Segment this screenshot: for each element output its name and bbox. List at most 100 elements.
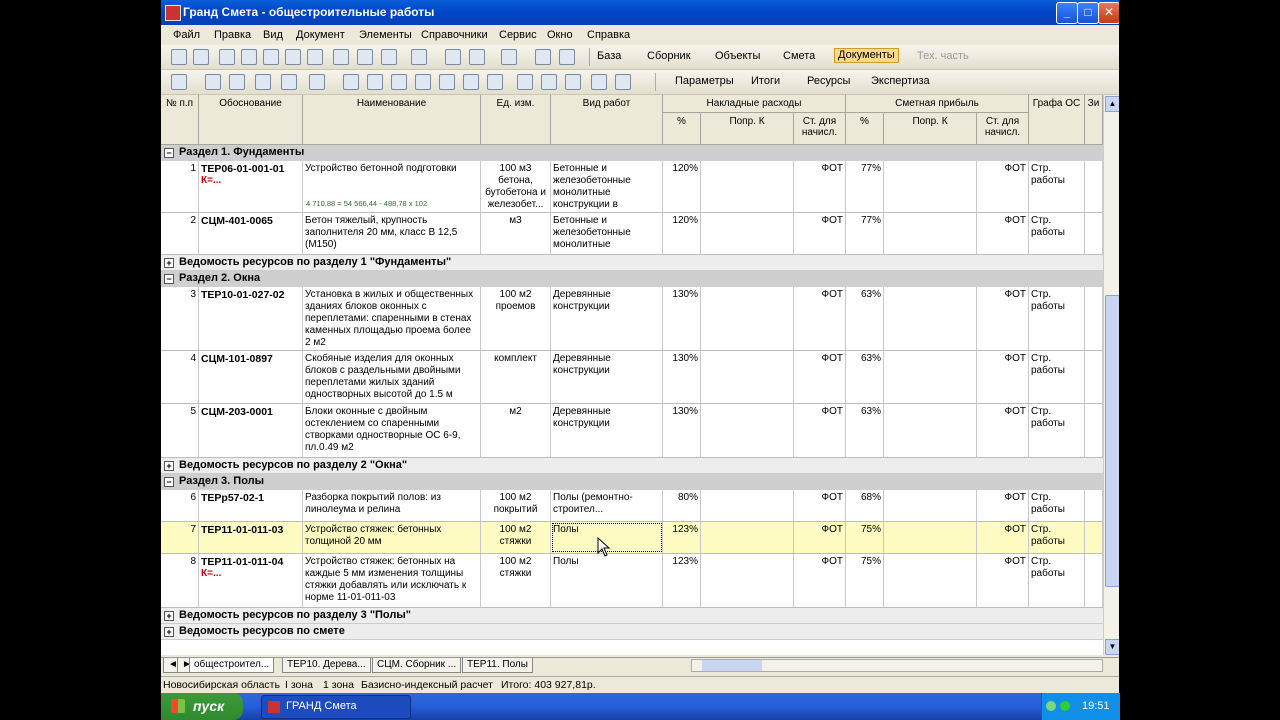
find-icon[interactable] bbox=[307, 49, 323, 65]
tray-status-icon[interactable] bbox=[1060, 701, 1070, 711]
cell-zi[interactable] bbox=[1085, 404, 1103, 457]
cell-name[interactable]: Блоки оконные с двойным остеклением со с… bbox=[303, 404, 481, 457]
cell-basis[interactable]: СЦМ-401-0065 bbox=[199, 213, 303, 254]
scroll-down-arrow[interactable]: ▼ bbox=[1105, 639, 1119, 655]
cell-os[interactable]: Стр. работы bbox=[1029, 287, 1085, 350]
cell-os[interactable]: Стр. работы bbox=[1029, 404, 1085, 457]
expand-icon[interactable]: + bbox=[164, 611, 174, 621]
cell-overhead-corr[interactable] bbox=[701, 522, 794, 553]
percent-icon[interactable] bbox=[517, 74, 533, 90]
multiply-icon[interactable] bbox=[591, 74, 607, 90]
h-scroll-thumb[interactable] bbox=[702, 660, 762, 671]
sort-down-icon[interactable] bbox=[281, 74, 297, 90]
cut-icon[interactable] bbox=[241, 49, 257, 65]
table-row[interactable]: 6 ТЕРр57-02-1 Разборка покрытий полов: и… bbox=[161, 490, 1103, 522]
cell-profit-corr[interactable] bbox=[884, 490, 977, 521]
cell-overhead-base[interactable]: ФОТ bbox=[794, 490, 846, 521]
cell-os[interactable]: Стр. работы bbox=[1029, 351, 1085, 403]
tray-network-icon[interactable] bbox=[1046, 701, 1056, 711]
cell-overhead-pct[interactable]: 130% bbox=[663, 404, 701, 457]
cell-overhead-base[interactable]: ФОТ bbox=[794, 161, 846, 212]
resource-row[interactable]: + Ведомость ресурсов по разделу 3 "Полы" bbox=[161, 608, 1103, 624]
section-row[interactable]: − Раздел 1. Фундаменты bbox=[161, 145, 1103, 161]
cell-basis[interactable]: ТЕР11-01-011-03 bbox=[199, 522, 303, 553]
cell-profit-base[interactable]: ФОТ bbox=[977, 161, 1029, 212]
cell-work-type[interactable]: Деревянные конструкции bbox=[551, 351, 663, 403]
cell-basis[interactable]: ТЕР11-01-011-04 К=... bbox=[199, 554, 303, 607]
menu-help[interactable]: Справка bbox=[587, 29, 630, 41]
cell-zi[interactable] bbox=[1085, 213, 1103, 254]
cell-overhead-corr[interactable] bbox=[701, 490, 794, 521]
cell-profit-pct[interactable]: 75% bbox=[846, 522, 884, 553]
cell-profit-pct[interactable]: 68% bbox=[846, 490, 884, 521]
hundred-percent-icon[interactable] bbox=[615, 74, 631, 90]
horizontal-scrollbar[interactable] bbox=[691, 659, 1103, 672]
cell-basis[interactable]: СЦМ-101-0897 bbox=[199, 351, 303, 403]
collection-button[interactable]: Сборник bbox=[647, 50, 691, 62]
collapse-icon[interactable]: − bbox=[164, 148, 174, 158]
cell-overhead-base[interactable]: ФОТ bbox=[794, 213, 846, 254]
col-header-profit-corr[interactable]: Попр. К bbox=[884, 113, 977, 145]
tree-icon[interactable] bbox=[171, 74, 187, 90]
menu-view[interactable]: Вид bbox=[263, 29, 283, 41]
cell-profit-corr[interactable] bbox=[884, 287, 977, 350]
table-row[interactable]: 8 ТЕР11-01-011-04 К=... Устройство стяжек… bbox=[161, 554, 1103, 608]
cell-zi[interactable] bbox=[1085, 554, 1103, 607]
base-button[interactable]: База bbox=[597, 50, 621, 62]
resource-row[interactable]: + Ведомость ресурсов по смете bbox=[161, 624, 1103, 640]
tech-part-button[interactable]: Тех. часть bbox=[917, 50, 969, 62]
save-icon[interactable] bbox=[171, 49, 187, 65]
cell-overhead-corr[interactable] bbox=[701, 287, 794, 350]
undo-icon[interactable] bbox=[285, 49, 301, 65]
add-row-icon[interactable] bbox=[343, 74, 359, 90]
cell-profit-corr[interactable] bbox=[884, 554, 977, 607]
move-up-icon[interactable] bbox=[415, 74, 431, 90]
tab-scm[interactable]: СЦМ. Сборник ... bbox=[372, 658, 462, 673]
maximize-button[interactable]: □ bbox=[1077, 2, 1099, 24]
col-header-overhead-corr[interactable]: Попр. К bbox=[701, 113, 794, 145]
sort-icon[interactable] bbox=[411, 49, 427, 65]
cell-work-type[interactable]: Деревянные конструкции bbox=[551, 287, 663, 350]
cell-overhead-corr[interactable] bbox=[701, 554, 794, 607]
table-row[interactable]: 5 СЦМ-203-0001 Блоки оконные с двойным о… bbox=[161, 404, 1103, 458]
cell-name[interactable]: Скобяные изделия для оконных блоков с ра… bbox=[303, 351, 481, 403]
cell-profit-corr[interactable] bbox=[884, 213, 977, 254]
table-row[interactable]: 3 ТЕР10-01-027-02 Установка в жилых и об… bbox=[161, 287, 1103, 351]
menu-window[interactable]: Окно bbox=[547, 29, 573, 41]
tab-general[interactable]: общестроител... bbox=[189, 658, 275, 673]
cell-profit-base[interactable]: ФОТ bbox=[977, 404, 1029, 457]
cell-overhead-pct[interactable]: 120% bbox=[663, 161, 701, 212]
menu-file[interactable]: Файл bbox=[173, 29, 200, 41]
cell-work-type[interactable]: Полы bbox=[551, 554, 663, 607]
cell-overhead-base[interactable]: ФОТ bbox=[794, 522, 846, 553]
edit-icon[interactable] bbox=[559, 49, 575, 65]
cell-zi[interactable] bbox=[1085, 351, 1103, 403]
menu-document[interactable]: Документ bbox=[296, 29, 345, 41]
col-header-no[interactable]: № п.п bbox=[161, 95, 199, 145]
paste-icon[interactable] bbox=[263, 49, 279, 65]
cell-profit-pct[interactable]: 77% bbox=[846, 213, 884, 254]
cell-os[interactable]: Стр. работы bbox=[1029, 161, 1085, 212]
vertical-scrollbar[interactable]: ▲ ▼ bbox=[1103, 95, 1119, 655]
start-button[interactable]: пуск bbox=[161, 693, 243, 720]
cell-profit-corr[interactable] bbox=[884, 404, 977, 457]
cell-zi[interactable] bbox=[1085, 522, 1103, 553]
cell-unit[interactable]: м3 bbox=[481, 213, 551, 254]
globe-icon[interactable] bbox=[469, 49, 485, 65]
table-row[interactable]: 2 СЦМ-401-0065 Бетон тяжелый, крупность … bbox=[161, 213, 1103, 255]
resource-row[interactable]: + Ведомость ресурсов по разделу 1 "Фундам… bbox=[161, 255, 1103, 271]
cell-basis[interactable]: ТЕРр57-02-1 bbox=[199, 490, 303, 521]
cell-unit[interactable]: 100 м2 покрытий bbox=[481, 490, 551, 521]
table-row[interactable]: 1 ТЕР06-01-001-01 К=... Устройство бетонн… bbox=[161, 161, 1103, 213]
menu-elements[interactable]: Элементы bbox=[359, 29, 412, 41]
collapse-icon[interactable]: − bbox=[164, 477, 174, 487]
scroll-thumb[interactable] bbox=[1105, 295, 1119, 587]
cell-work-type[interactable]: Полы (ремонтно-строител... bbox=[551, 490, 663, 521]
cell-overhead-base[interactable]: ФОТ bbox=[794, 554, 846, 607]
col-header-profit-pct[interactable]: % bbox=[846, 113, 884, 145]
cell-name[interactable]: Устройство стяжек: бетонных на каждые 5 … bbox=[303, 554, 481, 607]
cell-overhead-base[interactable]: ФОТ bbox=[794, 404, 846, 457]
cell-overhead-pct[interactable]: 123% bbox=[663, 554, 701, 607]
table-icon[interactable] bbox=[381, 49, 397, 65]
filter-icon[interactable] bbox=[309, 74, 325, 90]
